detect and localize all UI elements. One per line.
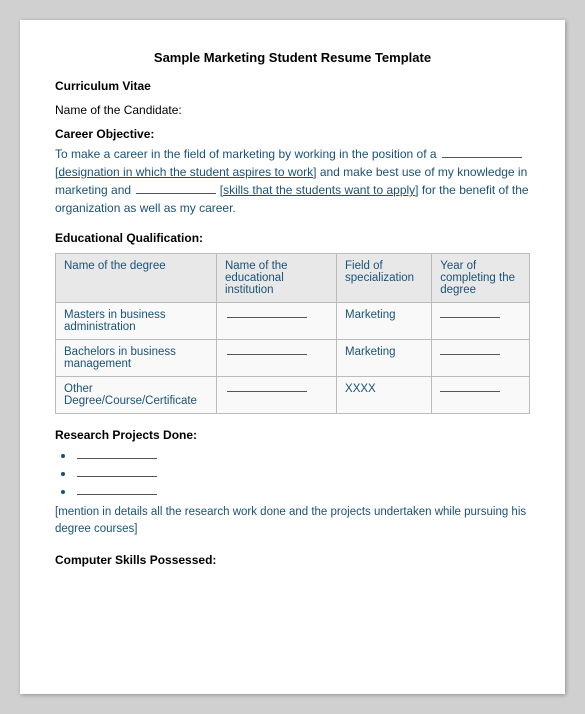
institution-3 [216,377,336,414]
research-note: [mention in details all the research wor… [55,504,530,539]
career-objective-text: To make a career in the field of marketi… [55,145,530,217]
computer-skills-label: Computer Skills Possessed: [55,553,530,567]
resume-page: Sample Marketing Student Resume Template… [20,20,565,694]
research-section: [mention in details all the research wor… [55,448,530,539]
col-header-institution: Name of the educational institution [216,254,336,303]
bullet-3 [75,484,530,498]
education-table: Name of the degree Name of the education… [55,253,530,414]
curriculum-vitae-label: Curriculum Vitae [55,79,530,93]
year-1 [432,303,530,340]
degree-bachelors: Bachelors in business management [56,340,217,377]
spec-3: XXXX [337,377,432,414]
page-title: Sample Marketing Student Resume Template [55,50,530,65]
educational-label: Educational Qualification: [55,231,530,245]
bullet-1 [75,448,530,462]
institution-2 [216,340,336,377]
degree-masters: Masters in business administration [56,303,217,340]
blank-skills [136,193,216,194]
col-header-year: Year of completing the degree [432,254,530,303]
blank-designation [442,157,522,158]
research-bullets [75,448,530,498]
col-header-degree: Name of the degree [56,254,217,303]
candidate-field: Name of the Candidate: [55,103,530,117]
bullet-2 [75,466,530,480]
table-row: Bachelors in business management Marketi… [56,340,530,377]
table-row: Masters in business administration Marke… [56,303,530,340]
research-label: Research Projects Done: [55,428,530,442]
year-3 [432,377,530,414]
degree-other: Other Degree/Course/Certificate [56,377,217,414]
career-objective-label: Career Objective: [55,127,530,141]
col-header-specialization: Field of specialization [337,254,432,303]
spec-1: Marketing [337,303,432,340]
spec-2: Marketing [337,340,432,377]
year-2 [432,340,530,377]
institution-1 [216,303,336,340]
table-row: Other Degree/Course/Certificate XXXX [56,377,530,414]
